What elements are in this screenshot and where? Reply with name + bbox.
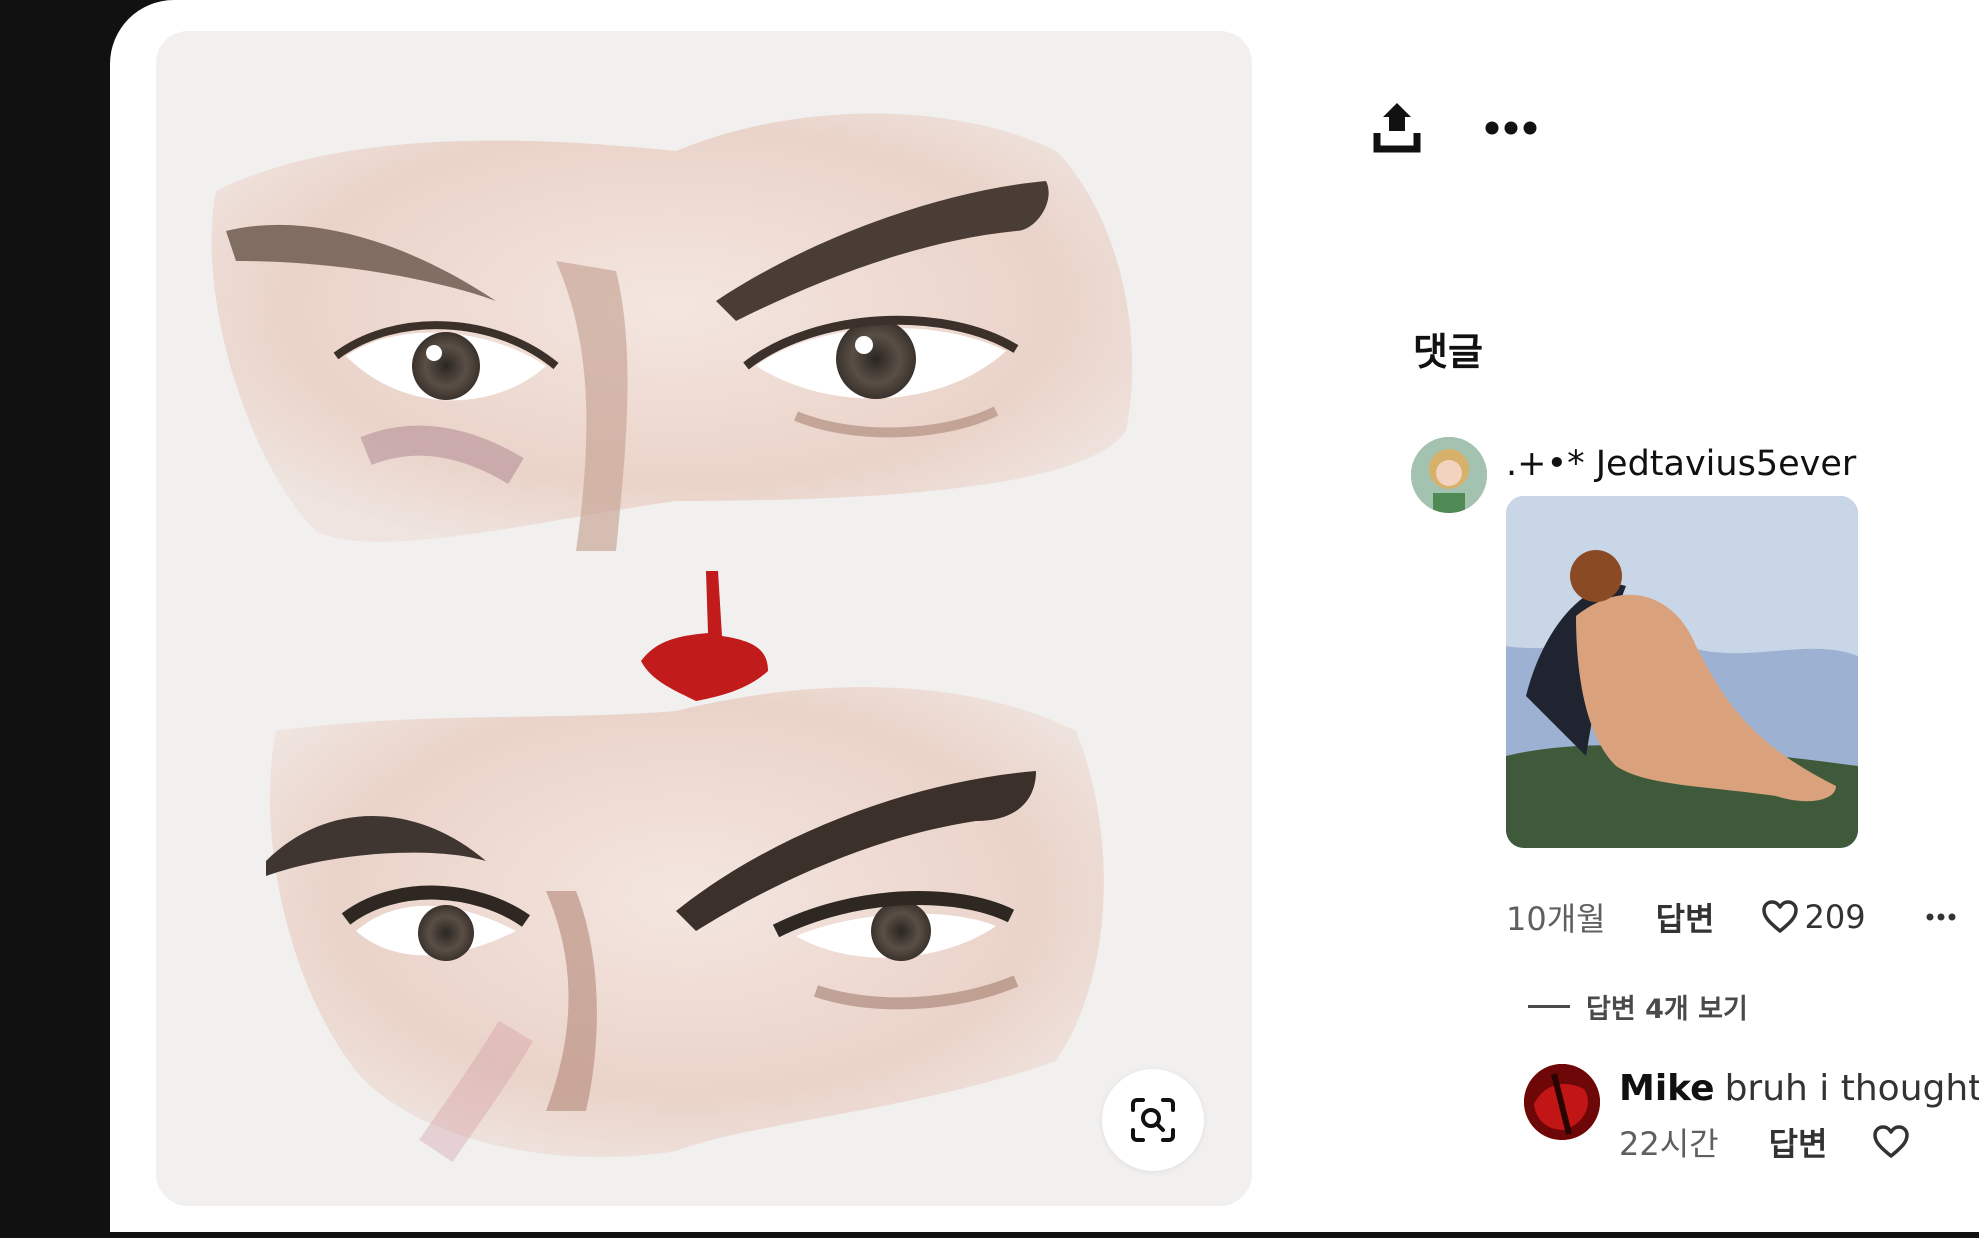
visual-search-button[interactable] [1102, 1069, 1204, 1171]
avatar[interactable] [1411, 437, 1487, 513]
like-count: 209 [1804, 898, 1866, 936]
comment-time: 10개월 [1506, 900, 1606, 938]
comments-heading: 댓글 [1413, 330, 1483, 374]
eye-study-illustration [211, 113, 1133, 1163]
view-replies-button[interactable]: 답변 4개 보기 [1528, 985, 1748, 1027]
visual-search-icon [1129, 1096, 1177, 1144]
reply-time: 22시간 [1619, 1125, 1719, 1163]
divider [1528, 1004, 1570, 1008]
reply-meta: 22시간 답변 [1619, 1118, 1976, 1166]
more-icon [1485, 120, 1537, 139]
pin-image[interactable] [156, 31, 1252, 1206]
reply-button[interactable]: 답변 [1656, 894, 1715, 940]
comment-meta: 10개월 답변 209 [1506, 892, 1956, 942]
avatar[interactable] [1524, 1064, 1600, 1140]
more-icon [1926, 913, 1956, 921]
reply-body: bruh i thought o [1724, 1068, 1979, 1109]
reply-button[interactable]: 답변 [1769, 1119, 1828, 1165]
comment-image[interactable] [1506, 496, 1858, 848]
heart-icon [1761, 900, 1798, 933]
heart-icon [1872, 1125, 1909, 1158]
more-options-button[interactable] [1480, 107, 1542, 151]
share-icon [1373, 99, 1421, 159]
view-replies-label: 답변 4개 보기 [1586, 993, 1748, 1025]
comment-username[interactable]: .+•* Jedtavius5ever [1506, 441, 1856, 487]
reply-author[interactable]: Mike [1619, 1068, 1715, 1109]
comment-more-button[interactable] [1926, 913, 1956, 921]
reply-text: Mikebruh i thought o [1619, 1066, 1979, 1112]
like-button[interactable]: 209 [1761, 898, 1866, 936]
like-button[interactable] [1872, 1125, 1916, 1159]
share-button[interactable] [1368, 97, 1426, 161]
